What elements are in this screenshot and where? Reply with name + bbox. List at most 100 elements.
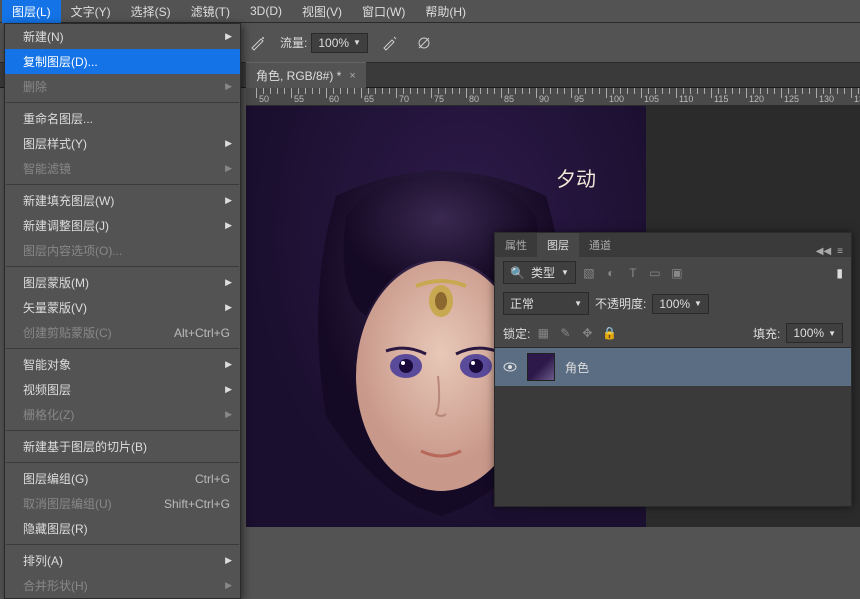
ruler-minor-tick [662,88,663,94]
ruler-minor-tick [424,88,425,94]
menu-item[interactable]: 重命名图层... [5,106,240,131]
submenu-arrow-icon: ▶ [225,163,232,174]
filter-pixel-icon[interactable]: ▧ [582,266,596,280]
menu-separator [6,102,239,103]
ruler-minor-tick [844,88,845,94]
menu-item[interactable]: 窗口(W) [352,0,415,23]
menu-item[interactable]: 图层编组(G)Ctrl+G [5,466,240,491]
ruler-tick: 70 [396,88,397,98]
ruler-minor-tick [494,88,495,94]
menu-item[interactable]: 图层样式(Y)▶ [5,131,240,156]
menu-item[interactable]: 图层(L) [2,0,61,23]
menu-item[interactable]: 复制图层(D)... [5,49,240,74]
ruler-minor-tick [473,88,474,94]
lock-transparent-icon[interactable]: ▦ [536,326,550,340]
submenu-arrow-icon: ▶ [225,555,232,566]
visibility-icon[interactable] [503,360,517,374]
ruler-tick: 85 [501,88,502,98]
ruler-minor-tick [284,88,285,94]
search-icon: 🔍 [510,266,525,280]
layer-row[interactable]: 角色 [495,348,851,386]
menu-item[interactable]: 帮助(H) [415,0,476,23]
menu-separator [6,544,239,545]
close-tab-icon[interactable]: × [349,70,355,82]
flow-label: 流量: [280,34,307,51]
menu-item[interactable]: 新建基于图层的切片(B) [5,434,240,459]
submenu-arrow-icon: ▶ [225,81,232,92]
panel-tab[interactable]: 图层 [537,233,579,257]
panel-tab[interactable]: 属性 [495,233,537,257]
ruler-minor-tick [480,88,481,94]
menu-item[interactable]: 滤镜(T) [181,0,240,23]
tablet-pressure-icon[interactable] [378,31,402,55]
menu-shortcut: Shift+Ctrl+G [164,497,230,511]
ruler-minor-tick [760,88,761,94]
ruler-minor-tick [305,88,306,94]
ruler-tick: 60 [326,88,327,98]
menu-separator [6,462,239,463]
menu-item[interactable]: 智能对象▶ [5,352,240,377]
menu-item-label: 取消图层编组(U) [23,495,112,512]
menu-item-label: 视频图层 [23,381,71,398]
lock-position-icon[interactable]: ✥ [580,326,594,340]
collapse-icon[interactable]: ◀◀ [816,246,831,257]
menu-item[interactable]: 矢量蒙版(V)▶ [5,295,240,320]
ruler-minor-tick [732,88,733,94]
fill-value-box[interactable]: 100% ▼ [786,323,843,343]
layer-filter-kind[interactable]: 🔍 类型 ▼ [503,261,576,284]
filter-toggle[interactable]: ▮ [836,266,843,280]
ruler-minor-tick [382,88,383,94]
menu-item[interactable]: 新建调整图层(J)▶ [5,213,240,238]
layer-thumbnail[interactable] [527,353,555,381]
symmetry-icon[interactable] [412,31,436,55]
ruler-minor-tick [333,88,334,94]
panel-menu[interactable]: ◀◀ ≡ [808,246,851,257]
ruler-tick: 135 [851,88,852,98]
menu-separator [6,266,239,267]
menu-item-label: 图层内容选项(O)... [23,242,122,259]
menu-item[interactable]: 视频图层▶ [5,377,240,402]
ruler-tick: 75 [431,88,432,98]
ruler-minor-tick [417,88,418,94]
ruler-minor-tick [648,88,649,94]
menu-item[interactable]: 排列(A)▶ [5,548,240,573]
flow-value-box[interactable]: 100% ▼ [311,33,368,53]
ruler-minor-tick [585,88,586,94]
filter-type-icon[interactable]: T [626,266,640,280]
ruler-minor-tick [627,88,628,94]
ruler-minor-tick [809,88,810,94]
ruler-tick: 55 [291,88,292,98]
submenu-arrow-icon: ▶ [225,359,232,370]
ruler-minor-tick [599,88,600,94]
ruler-tick: 130 [816,88,817,98]
chevron-down-icon: ▼ [561,268,569,277]
filter-smart-icon[interactable]: ▣ [670,266,684,280]
menu-item[interactable]: 文字(Y) [61,0,121,23]
opacity-value-box[interactable]: 100% ▼ [652,294,709,314]
airbrush-icon[interactable] [246,31,270,55]
layer-name[interactable]: 角色 [565,359,589,376]
menu-item: 合并形状(H)▶ [5,573,240,598]
panel-tab[interactable]: 通道 [579,233,621,257]
menu-item[interactable]: 新建填充图层(W)▶ [5,188,240,213]
menu-item-label: 矢量蒙版(V) [23,299,87,316]
menu-item: 创建剪贴蒙版(C)Alt+Ctrl+G [5,320,240,345]
ruler-minor-tick [340,88,341,94]
blend-mode-select[interactable]: 正常 ▼ [503,292,589,315]
chevron-down-icon: ▼ [353,38,361,47]
ruler-tick: 110 [676,88,677,98]
filter-shape-icon[interactable]: ▭ [648,266,662,280]
menu-item[interactable]: 3D(D) [240,1,292,21]
menu-item[interactable]: 隐藏图层(R) [5,516,240,541]
document-tab[interactable]: 角色, RGB/8#) * × [246,62,366,88]
lock-all-icon[interactable]: 🔒 [602,326,616,340]
menu-item[interactable]: 图层蒙版(M)▶ [5,270,240,295]
menu-item[interactable]: 选择(S) [121,0,181,23]
menu-item[interactable]: 视图(V) [292,0,352,23]
menu-item[interactable]: 新建(N)▶ [5,24,240,49]
ruler-minor-tick [704,88,705,94]
lock-pixels-icon[interactable]: ✎ [558,326,572,340]
chevron-down-icon: ▼ [828,329,836,338]
filter-adjust-icon[interactable]: ◐ [604,266,618,280]
panel-menu-icon[interactable]: ≡ [837,246,843,257]
